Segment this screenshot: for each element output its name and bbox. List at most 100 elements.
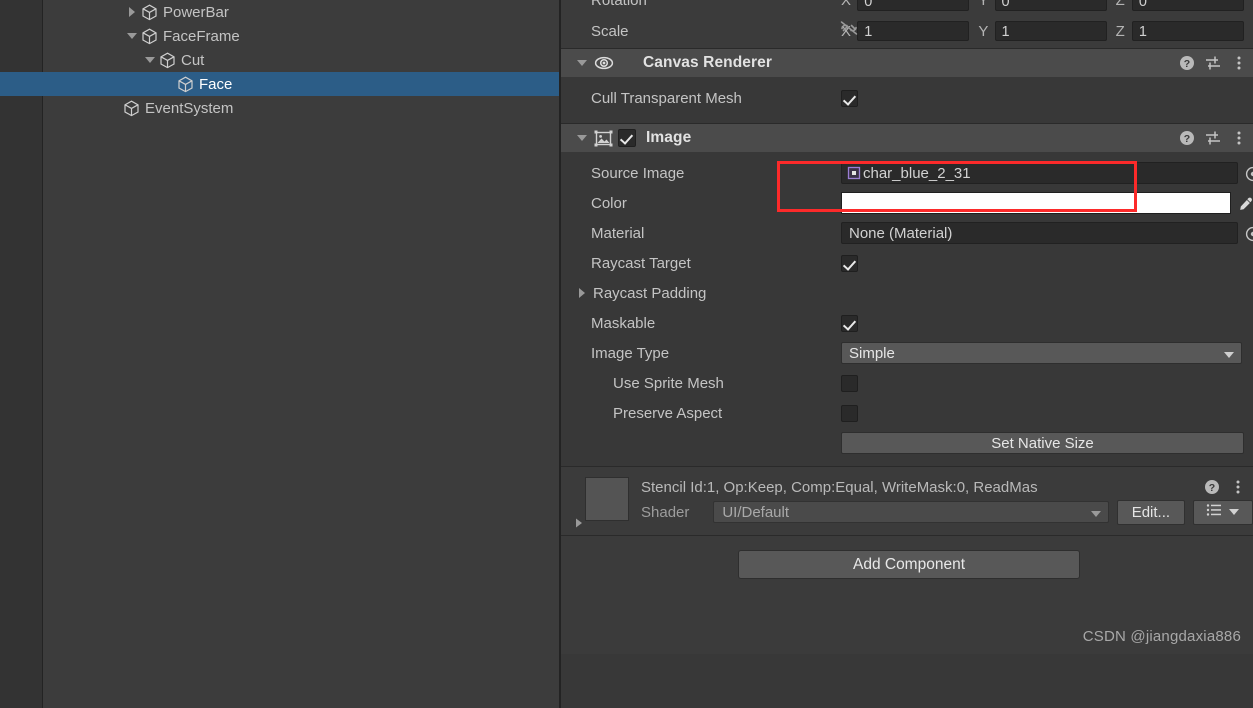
image-type-value: Simple [849, 344, 895, 362]
image-foldout-icon[interactable] [575, 131, 589, 145]
cube-icon [159, 52, 176, 69]
rotation-z-field[interactable]: 0 [1131, 0, 1244, 11]
image-type-dropdown[interactable]: Simple [841, 342, 1242, 364]
unity-editor-window: PowerBar FaceFrame Cut Face EventSystem Rota… [0, 0, 1253, 708]
raycast-padding-foldout-icon[interactable] [575, 286, 589, 300]
set-native-size-button[interactable]: Set Native Size [841, 432, 1244, 454]
rotation-z-axis-label: Z [1115, 0, 1125, 9]
raycast-padding-label: Raycast Padding [593, 284, 707, 302]
shader-value: UI/Default [722, 503, 790, 521]
svg-text:?: ? [1184, 133, 1190, 145]
shader-label: Shader [641, 503, 690, 521]
use-sprite-mesh-label: Use Sprite Mesh [613, 374, 724, 392]
image-type-row: Image Type Simple [561, 338, 1253, 368]
cull-transparent-mesh-checkbox[interactable] [841, 89, 858, 107]
hierarchy-foldout-open-icon[interactable] [143, 53, 157, 67]
hierarchy-foldout-closed-icon[interactable] [125, 5, 139, 19]
image-enabled-checkbox[interactable] [618, 129, 636, 147]
shader-list-button[interactable] [1192, 499, 1253, 525]
canvas-renderer-header-icons: ? [1179, 49, 1247, 77]
add-component-area: Add Component CSDN @jiangdaxia886 [561, 536, 1253, 654]
color-swatch-field[interactable] [841, 192, 1252, 214]
preserve-aspect-checkbox[interactable] [841, 404, 858, 422]
hierarchy-item-eventsystem[interactable]: EventSystem [0, 96, 559, 120]
source-image-label: Source Image [591, 164, 685, 182]
material-block-icons: ? [1204, 479, 1246, 495]
sprite-icon [847, 166, 861, 180]
constrain-proportions-off-icon[interactable] [839, 19, 859, 37]
hierarchy-item-label: EventSystem [145, 99, 234, 117]
hierarchy-item-label: PowerBar [163, 3, 229, 21]
image-component-body: Source Image char_blue_2_31 Color Materi… [561, 152, 1253, 466]
maskable-checkbox[interactable] [841, 314, 858, 332]
image-type-label: Image Type [591, 344, 670, 362]
preset-settings-icon[interactable] [1205, 130, 1221, 146]
object-picker-icon[interactable] [1243, 163, 1253, 185]
inspector-panel: Rotation X 0 Y 0 Z 0 Scale X 1 Y 1 Z 1 C… [561, 0, 1253, 708]
shader-dropdown[interactable]: UI/Default [713, 501, 1110, 523]
help-icon[interactable]: ? [1179, 130, 1195, 146]
material-label: Material [591, 224, 645, 242]
canvas-renderer-body: Cull Transparent Mesh [561, 77, 1253, 123]
rotation-label: Rotation [591, 0, 647, 9]
object-picker-icon[interactable] [1243, 223, 1253, 245]
material-shader-block: Stencil Id:1, Op:Keep, Comp:Equal, Write… [561, 467, 1253, 535]
image-component-title: Image [646, 129, 692, 146]
source-image-row: Source Image char_blue_2_31 [561, 158, 1253, 188]
help-icon[interactable]: ? [1179, 55, 1195, 71]
canvas-renderer-header[interactable]: Canvas Renderer ? [561, 49, 1253, 77]
raycast-target-label: Raycast Target [591, 254, 691, 272]
image-header-icons: ? [1179, 124, 1247, 152]
hierarchy-item-face[interactable]: Face [0, 72, 559, 96]
eyedropper-icon[interactable] [1234, 193, 1253, 215]
raycast-target-checkbox[interactable] [841, 254, 858, 272]
more-menu-icon[interactable] [1230, 479, 1246, 495]
transform-component-tail: Rotation X 0 Y 0 Z 0 Scale X 1 Y 1 Z 1 [561, 0, 1253, 48]
rotation-y-field[interactable]: 0 [994, 0, 1107, 11]
cube-icon [141, 28, 158, 45]
chevron-down-icon [1224, 352, 1234, 358]
cube-icon [177, 76, 194, 93]
preset-settings-icon[interactable] [1205, 55, 1221, 71]
preserve-aspect-label: Preserve Aspect [613, 404, 723, 422]
preserve-aspect-row: Preserve Aspect [561, 398, 1253, 428]
hierarchy-item-faceframe[interactable]: FaceFrame [0, 24, 559, 48]
image-component-header[interactable]: Image ? [561, 124, 1253, 152]
maskable-label: Maskable [591, 314, 656, 332]
color-row: Color [561, 188, 1253, 218]
raycast-padding-row[interactable]: Raycast Padding [561, 278, 1253, 308]
hierarchy-item-label: FaceFrame [163, 27, 240, 45]
material-preview-swatch[interactable] [585, 477, 629, 521]
hierarchy-foldout-none-icon [107, 101, 121, 115]
hierarchy-panel: PowerBar FaceFrame Cut Face EventSystem [0, 0, 559, 708]
use-sprite-mesh-checkbox[interactable] [841, 374, 858, 392]
color-label: Color [591, 194, 627, 212]
scale-x-field[interactable]: 1 [857, 21, 970, 41]
material-block-foldout-icon[interactable] [573, 517, 585, 529]
material-field[interactable]: None (Material) [841, 222, 1253, 244]
transform-row-rotation: Rotation X 0 Y 0 Z 0 [591, 0, 1253, 14]
add-component-button[interactable]: Add Component [738, 550, 1080, 579]
more-menu-icon[interactable] [1231, 130, 1247, 146]
hierarchy-item-powerbar[interactable]: PowerBar [0, 0, 559, 24]
scale-label: Scale [591, 22, 629, 40]
hierarchy-foldout-open-icon[interactable] [125, 29, 139, 43]
rotation-x-field[interactable]: 0 [857, 0, 970, 11]
hierarchy-item-cut[interactable]: Cut [0, 48, 559, 72]
image-component-icon [592, 129, 614, 147]
scale-y-axis-label: Y [978, 22, 989, 40]
edit-shader-button[interactable]: Edit... [1117, 499, 1185, 525]
more-menu-icon[interactable] [1231, 55, 1247, 71]
set-native-size-row: Set Native Size [561, 428, 1253, 458]
use-sprite-mesh-row: Use Sprite Mesh [561, 368, 1253, 398]
cube-icon [123, 100, 140, 117]
scale-z-axis-label: Z [1115, 22, 1125, 40]
help-icon[interactable]: ? [1204, 479, 1220, 495]
source-image-value: char_blue_2_31 [863, 164, 971, 182]
source-image-field[interactable]: char_blue_2_31 [841, 162, 1253, 184]
rotation-y-axis-label: Y [978, 0, 989, 9]
canvas-renderer-foldout-icon[interactable] [575, 56, 589, 70]
scale-z-field[interactable]: 1 [1131, 21, 1244, 41]
transform-row-scale: Scale X 1 Y 1 Z 1 [591, 14, 1253, 48]
scale-y-field[interactable]: 1 [994, 21, 1107, 41]
